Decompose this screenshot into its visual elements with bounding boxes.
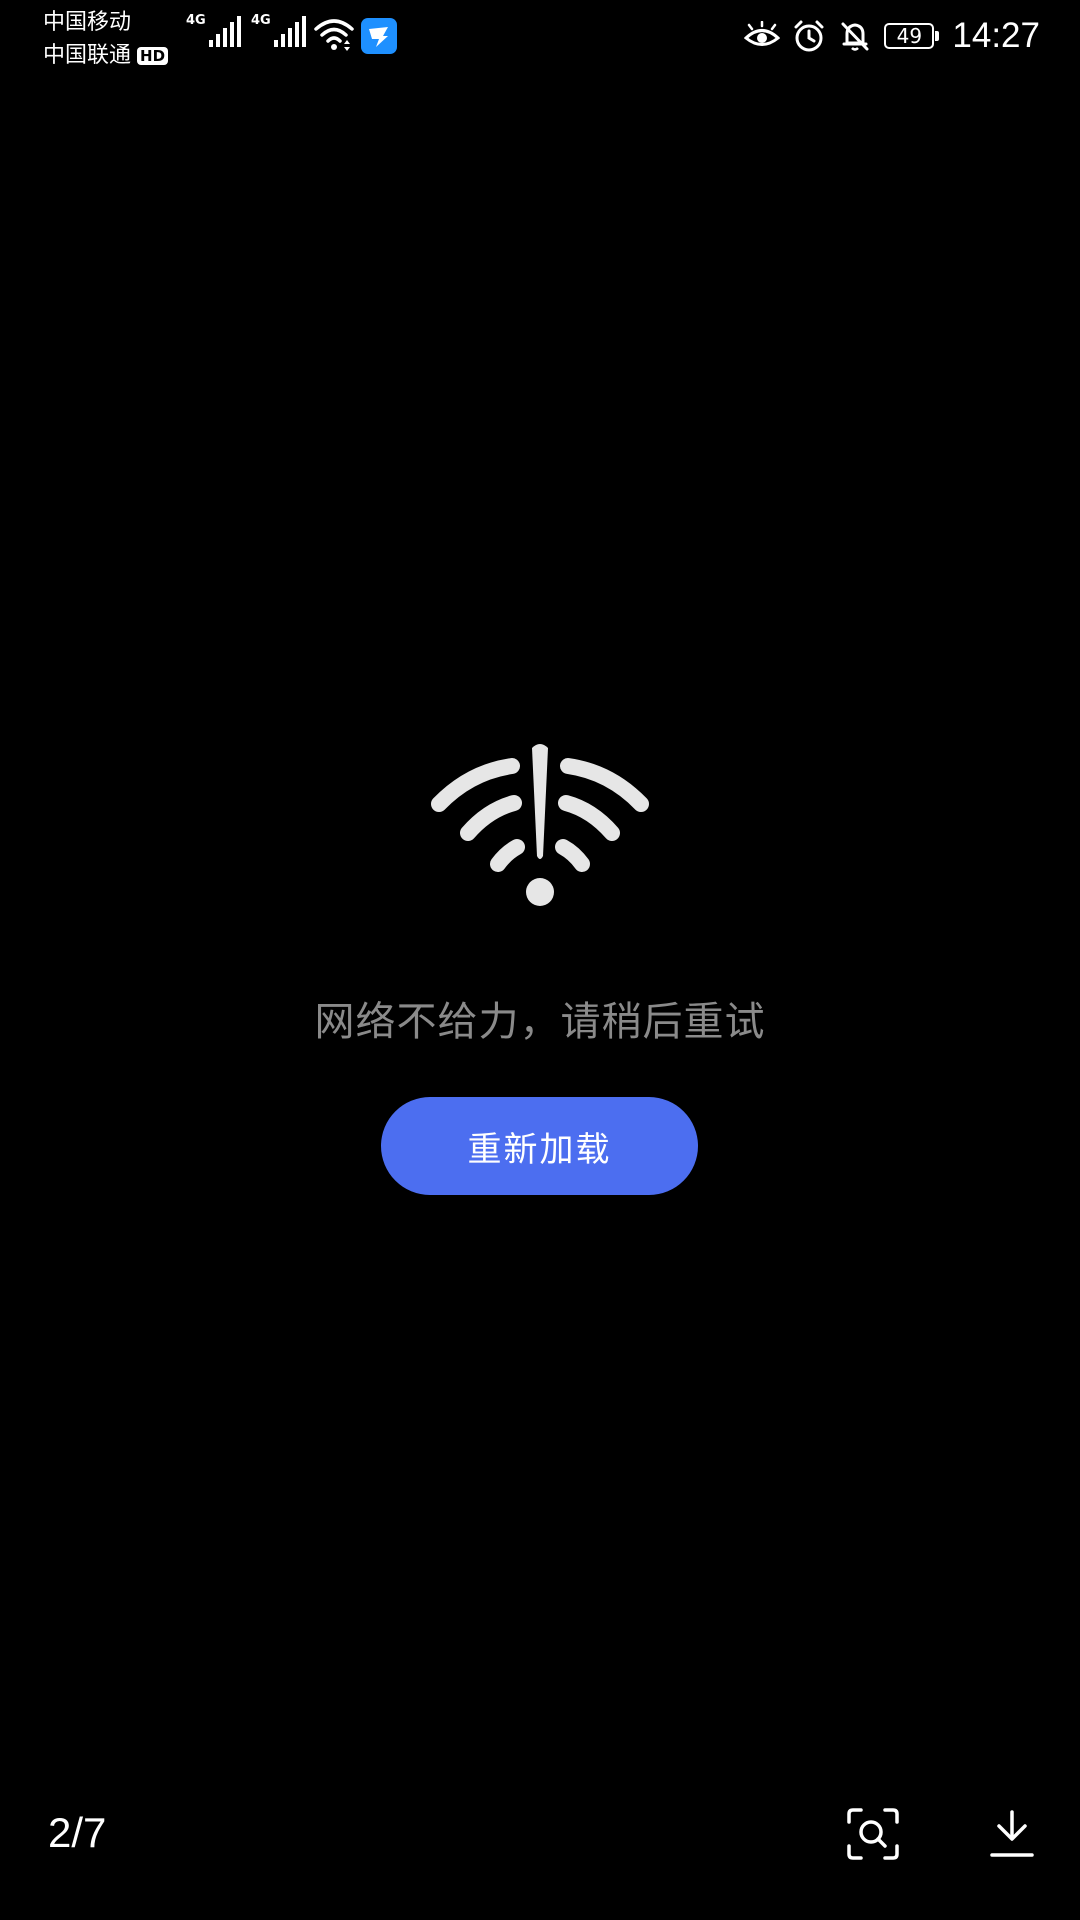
app-notification-icon — [361, 18, 397, 54]
page-indicator: 2/7 — [48, 1809, 107, 1856]
carrier-2-name: 中国联通 — [43, 43, 132, 68]
eye-comfort-icon — [744, 21, 781, 51]
download-icon — [984, 1806, 1040, 1862]
scan-search-icon — [845, 1806, 901, 1862]
image-viewer-screen: 中国移动 中国联通 HD 4G 4G 49 14:27 网络不给力，请稍后重试 … — [0, 0, 1080, 1920]
reload-button[interactable]: 重新加载 — [381, 1097, 698, 1195]
sim1-network-type: 4G — [186, 13, 206, 28]
signal-icon — [273, 14, 307, 48]
download-button[interactable] — [984, 1806, 1040, 1862]
scan-search-button[interactable] — [845, 1806, 901, 1862]
sim2-network-type: 4G — [251, 13, 271, 28]
wifi-icon — [313, 16, 355, 52]
alarm-icon — [792, 19, 826, 53]
carrier-info: 中国移动 中国联通 HD — [43, 6, 169, 72]
carrier-1-name: 中国移动 — [43, 10, 132, 35]
battery-icon: 49 — [884, 23, 940, 49]
clock: 14:27 — [952, 16, 1040, 55]
error-message: 网络不给力，请稍后重试 — [314, 999, 766, 1045]
sim1-signal: 4G — [186, 14, 242, 48]
status-bar: 中国移动 中国联通 HD 4G 4G 49 14:27 — [0, 0, 1080, 76]
bell-off-icon — [838, 19, 872, 53]
wifi-error-icon — [430, 740, 650, 910]
signal-icon — [208, 14, 242, 48]
sim2-signal: 4G — [251, 14, 307, 48]
battery-level: 49 — [896, 24, 923, 48]
hd-badge: HD — [137, 46, 169, 65]
status-right-group: 49 14:27 — [744, 14, 1040, 58]
